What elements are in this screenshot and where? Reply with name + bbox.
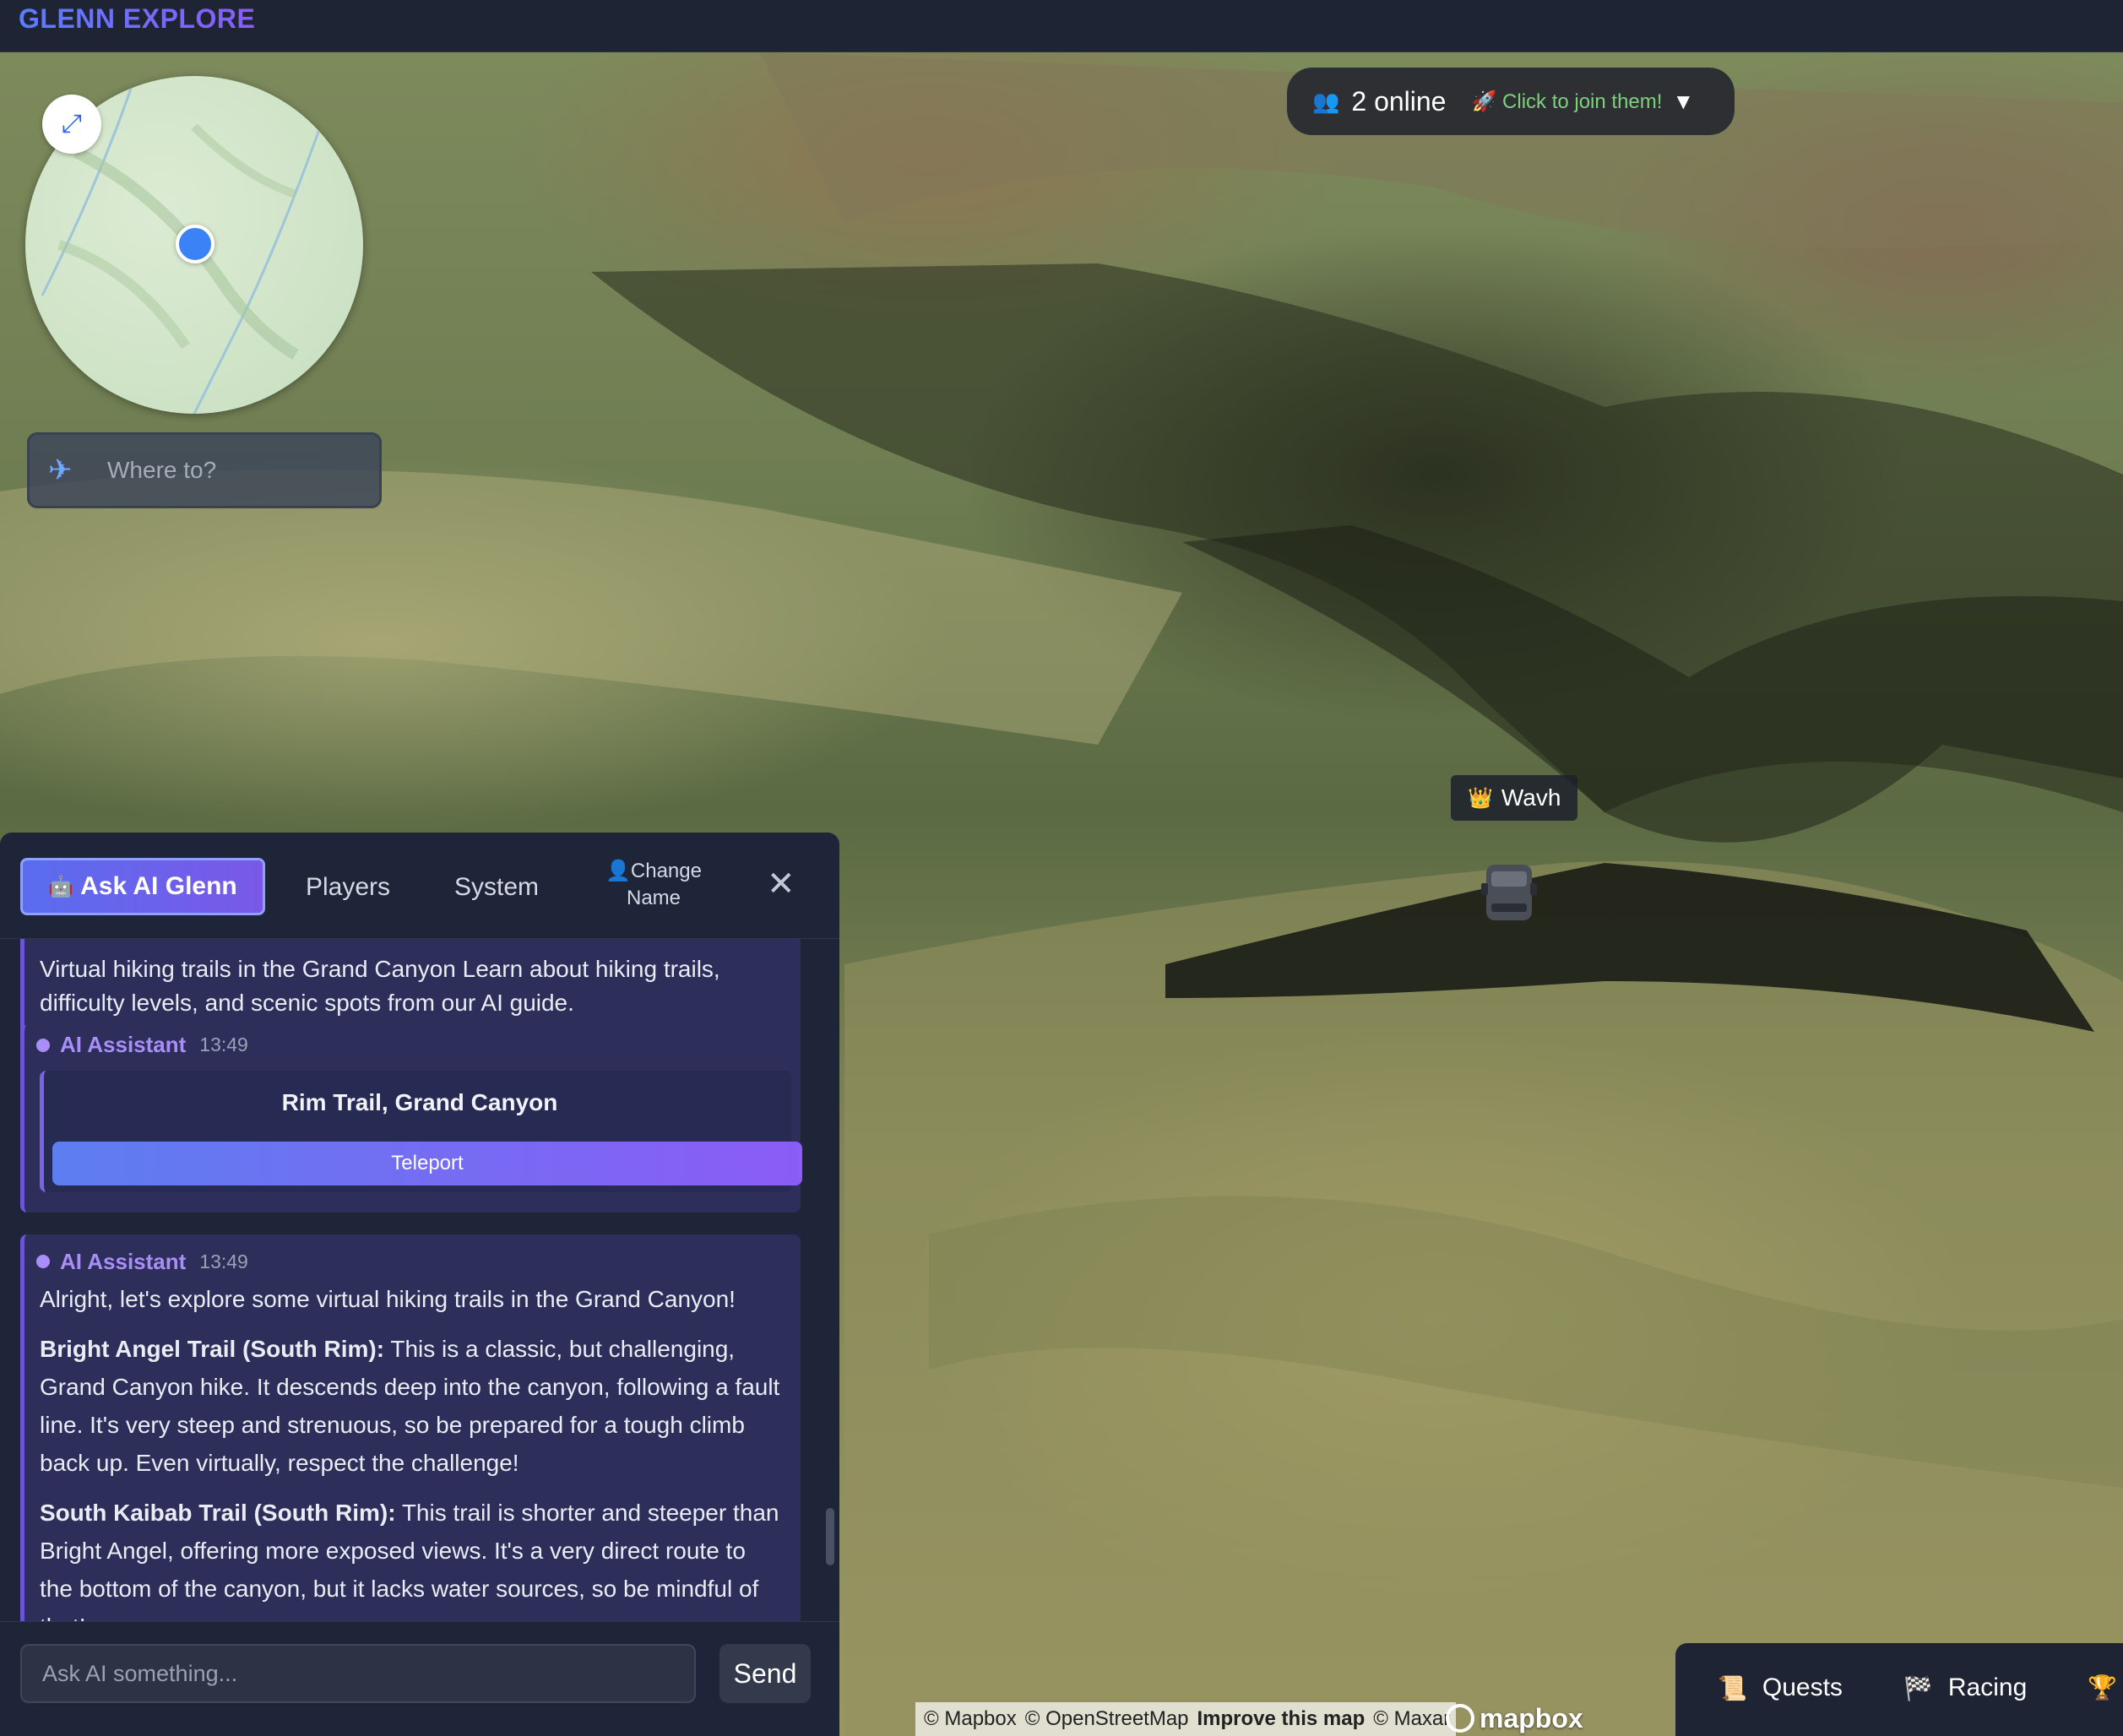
map-attribution: © Mapbox © OpenStreetMap Improve this ma…	[915, 1702, 1456, 1736]
tab-ask-ai-label: Ask AI Glenn	[80, 872, 237, 900]
location-card: Rim Trail, Grand Canyon Teleport	[40, 1071, 802, 1192]
sender-name: AI Assistant	[60, 1032, 187, 1057]
chat-message-long: AI Assistant 13:49 Alright, let's explor…	[20, 1234, 801, 1621]
close-icon[interactable]: ✕	[767, 865, 795, 903]
top-bar: GLENN EXPLORE	[0, 0, 2123, 52]
tab-players[interactable]: Players	[306, 873, 390, 902]
message-paragraph: Bright Angel Trail (South Rim): This is …	[40, 1330, 782, 1482]
crown-icon: 👑	[1468, 786, 1493, 810]
message-text: Virtual hiking trails in the Grand Canyo…	[40, 956, 720, 1016]
user-icon: 👤	[605, 860, 631, 882]
chevron-down-icon[interactable]: ▼	[1672, 89, 1694, 115]
racing-label: Racing	[1947, 1674, 2028, 1701]
message-header: AI Assistant 13:49	[36, 1032, 248, 1058]
bottom-menu: 📜 Quests 🏁 Racing 🏆	[1675, 1643, 2123, 1736]
trophy-button[interactable]: 🏆	[2088, 1674, 2123, 1701]
message-time: 13:49	[199, 1250, 248, 1272]
message-paragraph: South Kaibab Trail (South Rim): This tra…	[40, 1494, 782, 1621]
message-intro: Alright, let's explore some virtual hiki…	[40, 1286, 736, 1312]
player-vehicle[interactable]	[1480, 860, 1539, 925]
player-name: Wavh	[1501, 784, 1561, 811]
mapbox-logo-text: mapbox	[1480, 1702, 1583, 1733]
teleport-button[interactable]: Teleport	[52, 1142, 802, 1185]
trail-title: South Kaibab Trail (South Rim):	[40, 1500, 396, 1526]
change-label: Change	[630, 860, 702, 882]
online-players-pill[interactable]: 👥 2 online 🚀 Click to join them! ▼	[1287, 68, 1735, 135]
tab-change-name[interactable]: 👤Change Name	[603, 858, 704, 912]
quests-button[interactable]: 📜 Quests	[1718, 1674, 1843, 1702]
join-label: Click to join them!	[1502, 90, 1663, 113]
tab-ask-ai[interactable]: 🤖 Ask AI Glenn	[20, 858, 265, 915]
robot-icon: 🤖	[48, 875, 74, 898]
people-icon: 👥	[1312, 88, 1340, 114]
destination-search[interactable]: ✈	[27, 432, 382, 508]
location-title: Rim Trail, Grand Canyon	[281, 1089, 558, 1115]
mapbox-logo[interactable]: mapbox	[1446, 1701, 1583, 1736]
destination-search-input[interactable]	[106, 456, 359, 485]
chat-panel: 🤖 Ask AI Glenn Players System 👤Change Na…	[0, 833, 839, 1736]
trail-title: Bright Angel Trail (South Rim):	[40, 1336, 385, 1362]
tab-system[interactable]: System	[454, 873, 539, 902]
join-players-link[interactable]: 🚀 Click to join them!	[1471, 90, 1662, 114]
attribution-osm[interactable]: © OpenStreetMap	[1025, 1707, 1189, 1731]
app-brand[interactable]: GLENN EXPLORE	[19, 3, 255, 35]
plane-icon: ✈	[48, 454, 73, 486]
message-time: 13:49	[199, 1033, 248, 1055]
trophy-icon: 🏆	[2088, 1674, 2117, 1701]
mapbox-logo-icon	[1446, 1704, 1474, 1733]
chat-input[interactable]	[20, 1644, 696, 1703]
improve-map-link[interactable]: Improve this map	[1197, 1707, 1366, 1731]
online-count: 2 online	[1351, 85, 1447, 117]
message-header: AI Assistant 13:49	[24, 1234, 801, 1280]
chat-composer: Send	[0, 1621, 839, 1736]
attribution-mapbox[interactable]: © Mapbox	[924, 1707, 1017, 1731]
send-button[interactable]: Send	[719, 1644, 811, 1703]
chat-scrollbar[interactable]	[826, 1508, 834, 1565]
expand-arrows-icon[interactable]: ⤢	[42, 95, 101, 154]
sender-name: AI Assistant	[60, 1248, 187, 1274]
checkered-flag-icon: 🏁	[1903, 1674, 1933, 1701]
message-body: Alright, let's explore some virtual hiki…	[24, 1280, 801, 1621]
tab-change-name-line2: Name	[626, 887, 681, 909]
player-location-marker	[176, 225, 214, 263]
chat-tabs: 🤖 Ask AI Glenn Players System 👤Change Na…	[0, 833, 839, 939]
sender-dot	[36, 1038, 50, 1052]
player-name-tag[interactable]: 👑 Wavh	[1451, 775, 1578, 821]
scroll-icon: 📜	[1718, 1674, 1747, 1701]
quests-label: Quests	[1762, 1674, 1843, 1701]
chat-message-location: AI Assistant 13:49 Rim Trail, Grand Cany…	[20, 1025, 802, 1212]
sender-dot	[36, 1255, 50, 1268]
tab-change-name-line1: 👤Change	[603, 858, 704, 885]
racing-button[interactable]: 🏁 Racing	[1903, 1674, 2027, 1702]
attribution-maxar[interactable]: © Maxar	[1373, 1707, 1450, 1731]
chat-messages[interactable]: Virtual hiking trails in the Grand Canyo…	[0, 939, 839, 1621]
